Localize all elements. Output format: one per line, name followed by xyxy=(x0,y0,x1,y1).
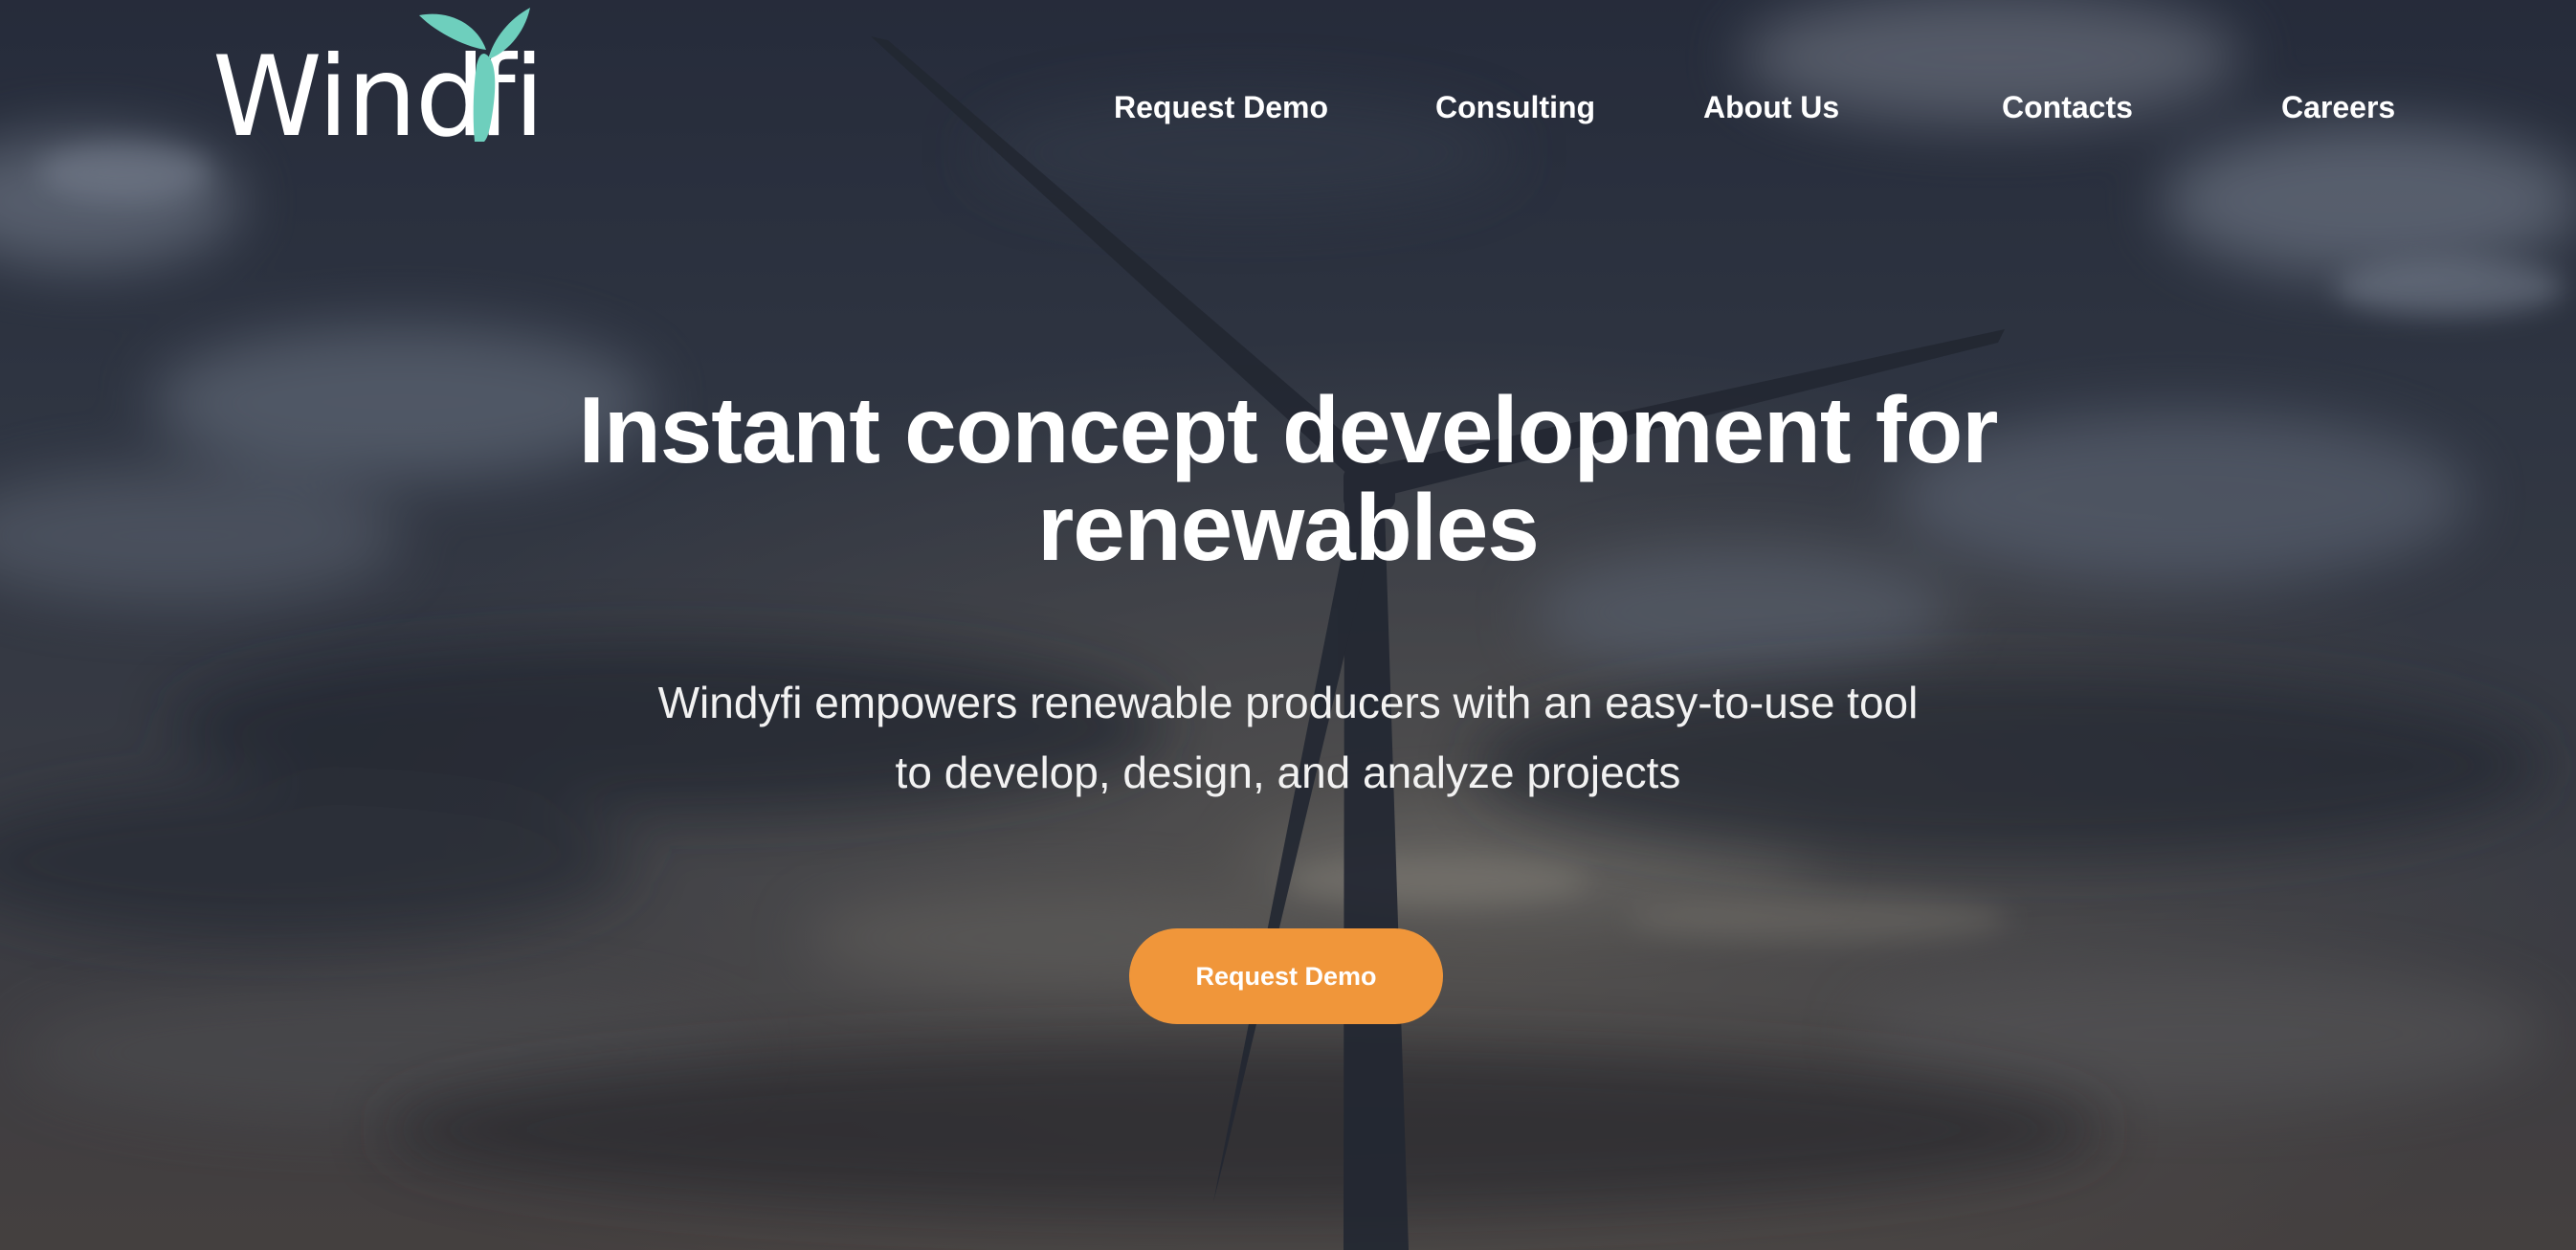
request-demo-button[interactable]: Request Demo xyxy=(1129,928,1443,1024)
hero-title: Instant concept development for renewabl… xyxy=(427,381,2149,576)
hero-title-line-1: Instant concept development for xyxy=(578,377,1999,482)
hero-subtitle-line-2: to develop, design, and analyze projects xyxy=(895,748,1681,797)
hero-subtitle: Windyfi empowers renewable producers wit… xyxy=(570,668,2006,808)
nav-item-about-us[interactable]: About Us xyxy=(1703,84,1839,130)
nav-item-consulting[interactable]: Consulting xyxy=(1435,84,1595,130)
nav-item-request-demo[interactable]: Request Demo xyxy=(1114,84,1328,130)
hero-title-line-2: renewables xyxy=(1037,475,1540,580)
nav-item-careers[interactable]: Careers xyxy=(2281,84,2395,130)
landing-page: Wind fi Request Demo Consulting About Us… xyxy=(0,0,2576,1250)
hero-subtitle-line-1: Windyfi empowers renewable producers wit… xyxy=(657,678,1919,727)
hero-background-image xyxy=(0,0,2576,1250)
nav-item-contacts[interactable]: Contacts xyxy=(2002,84,2133,130)
main-navigation: Request Demo Consulting About Us Contact… xyxy=(0,84,2576,130)
